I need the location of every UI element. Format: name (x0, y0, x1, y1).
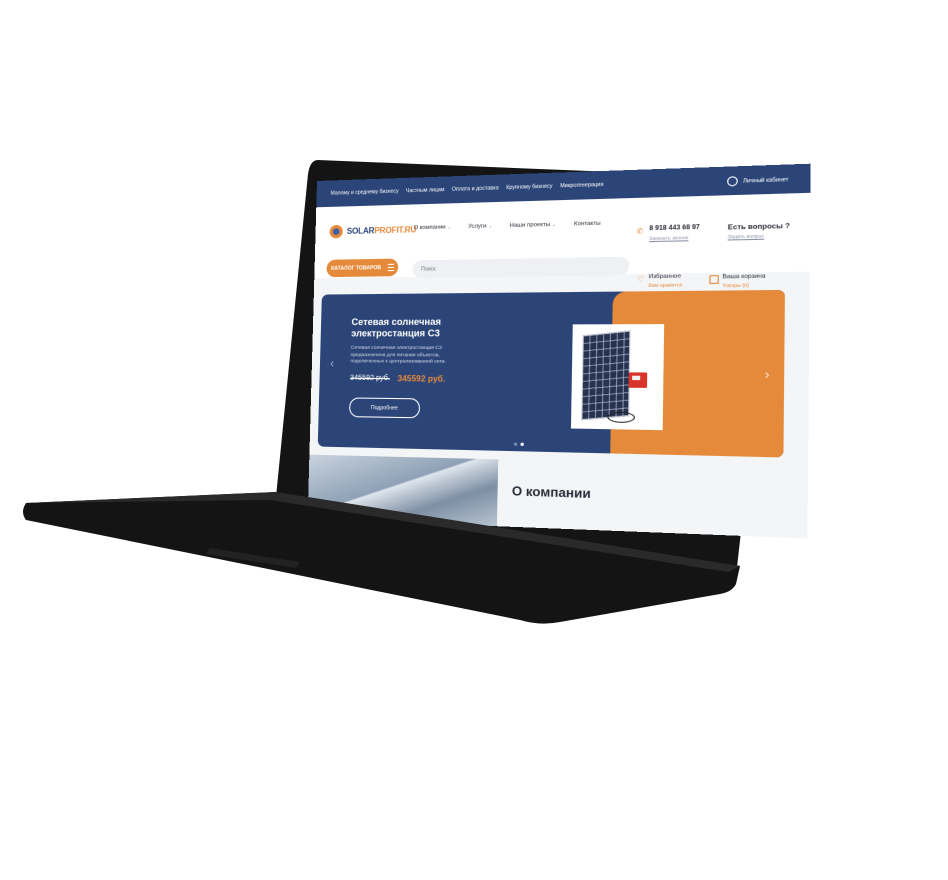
laptop-base (23, 492, 740, 624)
